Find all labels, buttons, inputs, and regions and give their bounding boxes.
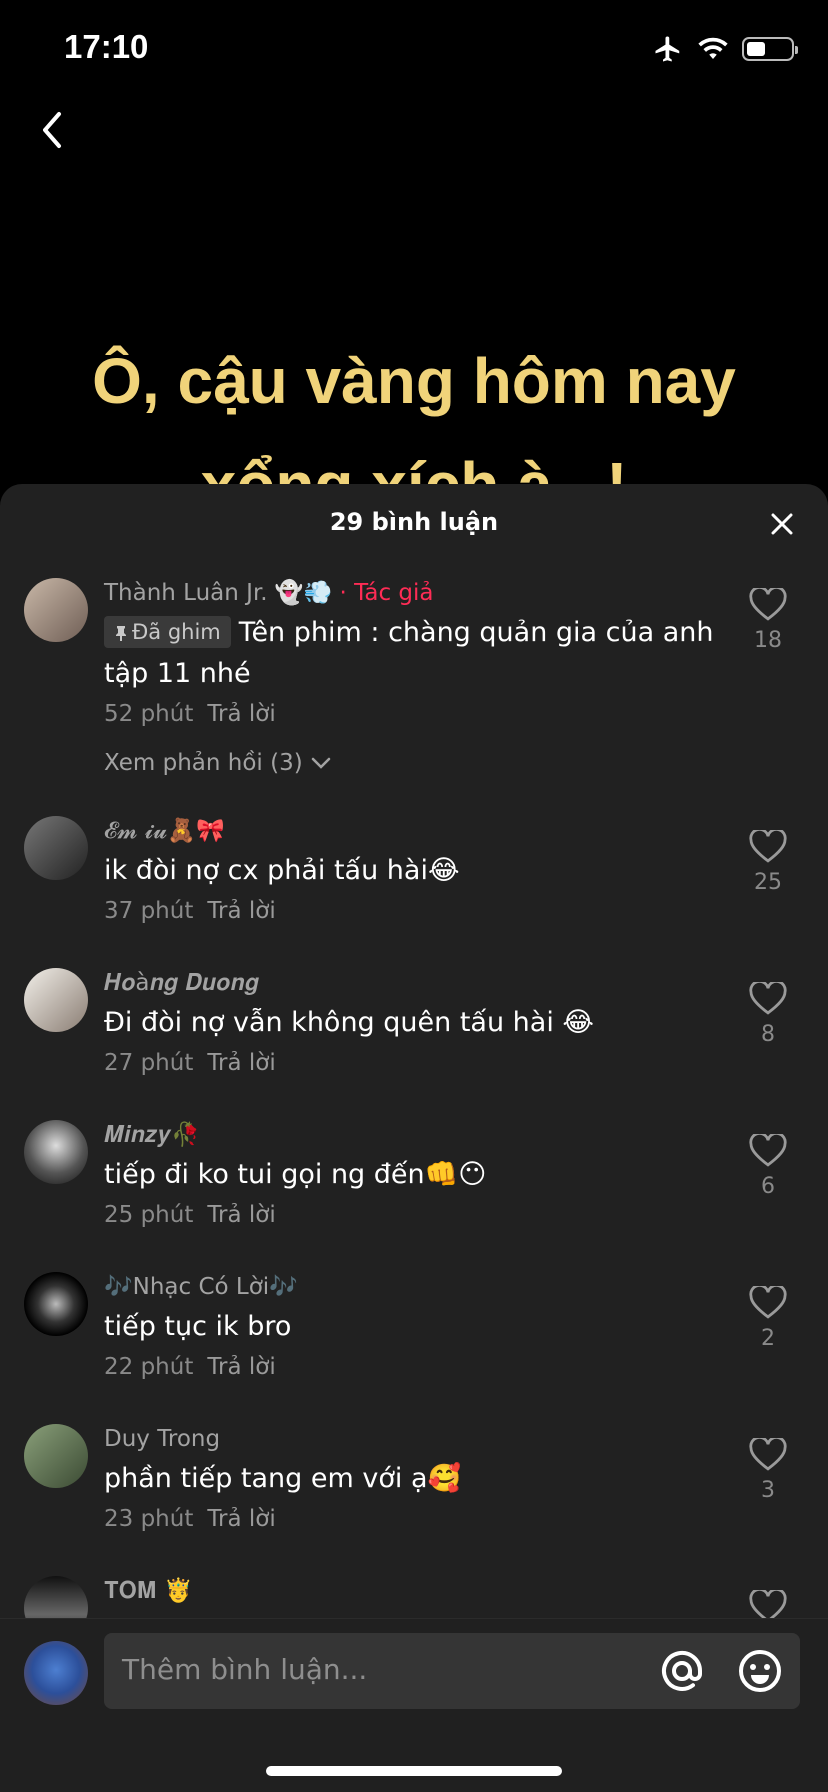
reply-button[interactable]: Trả lời — [207, 1202, 275, 1228]
comment-meta: 52 phút Trả lời — [104, 698, 718, 730]
smiley-icon — [739, 1650, 781, 1692]
airplane-icon — [655, 36, 680, 62]
battery-icon — [742, 37, 798, 61]
comment-text: phần tiếp tang em với ạ🥰 — [104, 1463, 462, 1494]
comment-username[interactable]: 🎶Nhạc Có Lời🎶 — [104, 1272, 718, 1302]
comment-text: tiếp tục ik bro — [104, 1311, 292, 1342]
comment-time: 22 phút — [104, 1354, 194, 1380]
comments-sheet: 29 bình luận Thành Luân Jr. 👻💨 · Tác giả… — [0, 484, 828, 1792]
mention-button[interactable] — [658, 1647, 706, 1695]
comment-input[interactable]: Thêm bình luận... — [104, 1633, 800, 1709]
comment-time: 27 phút — [104, 1050, 194, 1076]
comment-username[interactable]: 𝑯𝒐à𝒏𝒈 𝑫𝒖𝒐𝒏𝒈 — [104, 968, 718, 998]
comment-text: Đi đòi nợ vẫn không quên tấu hài 😂 — [104, 1007, 594, 1038]
like-button[interactable]: 2 — [738, 1284, 798, 1351]
at-icon — [662, 1650, 702, 1691]
comment-time: 23 phút — [104, 1506, 194, 1532]
comment-meta: 37 phút Trả lời — [104, 895, 718, 927]
comment-meta: 25 phút Trả lời — [104, 1199, 718, 1231]
comment-username[interactable]: Thành Luân Jr. 👻💨 · Tác giả — [104, 578, 718, 608]
comment-text: Đã ghim Tên phim : chàng quản gia của anh… — [104, 612, 718, 694]
comment-time: 25 phút — [104, 1202, 194, 1228]
like-button[interactable]: 3 — [738, 1436, 798, 1503]
comment-text: tiếp đi ko tui gọi ng đến👊😶 — [104, 1159, 487, 1190]
status-bar: 17:10 — [0, 0, 828, 100]
back-button[interactable] — [28, 106, 76, 154]
user-avatar[interactable] — [24, 1641, 88, 1705]
avatar[interactable] — [24, 578, 88, 642]
close-button[interactable] — [762, 504, 802, 544]
chevron-down-icon — [311, 757, 330, 769]
author-tag: · Tác giả — [339, 580, 434, 606]
home-indicator — [266, 1766, 562, 1776]
like-button[interactable]: 25 — [738, 828, 798, 895]
like-count: 6 — [761, 1174, 775, 1199]
video-caption-line-1: Ô, cậu vàng hôm nay — [92, 345, 736, 417]
comment-username[interactable]: Duy Trong — [104, 1424, 718, 1454]
comment-username[interactable]: 𝓔𝓶 𝓲𝓾🧸🎀 — [104, 816, 718, 846]
heart-icon — [749, 586, 787, 621]
wifi-icon — [698, 37, 728, 59]
pin-icon — [116, 626, 126, 641]
reply-button[interactable]: Trả lời — [207, 1506, 275, 1532]
reply-button[interactable]: Trả lời — [207, 898, 275, 924]
like-count: 8 — [761, 1022, 775, 1047]
like-button[interactable]: 8 — [738, 980, 798, 1047]
like-count: 25 — [754, 870, 782, 895]
avatar[interactable] — [24, 1424, 88, 1488]
like-count: 18 — [754, 628, 782, 653]
heart-icon — [749, 1132, 787, 1167]
chevron-left-icon — [43, 112, 61, 148]
avatar[interactable] — [24, 816, 88, 880]
comment-input-bar: Thêm bình luận... — [0, 1618, 828, 1792]
like-button[interactable]: 18 — [738, 586, 798, 653]
avatar[interactable] — [24, 1120, 88, 1184]
status-icons — [652, 34, 798, 64]
username-text: Thành Luân Jr. 👻💨 — [104, 580, 333, 606]
input-placeholder: Thêm bình luận... — [122, 1653, 368, 1686]
heart-icon — [749, 980, 787, 1015]
pinned-badge: Đã ghim — [104, 616, 231, 648]
comment-time: 37 phút — [104, 898, 194, 924]
comment-username[interactable]: 𝑴𝒊𝒏𝒛𝒚🥀 — [104, 1120, 718, 1150]
avatar[interactable] — [24, 968, 88, 1032]
sheet-header: 29 bình luận — [0, 484, 828, 562]
avatar[interactable] — [24, 1272, 88, 1336]
comment-meta: 22 phút Trả lời — [104, 1351, 718, 1383]
comment-username[interactable]: 𝐓𝐎𝐌 🤴 — [104, 1576, 718, 1606]
comment-text: ik đòi nợ cx phải tấu hài😂 — [104, 855, 460, 886]
view-replies-button[interactable]: Xem phản hồi (3) — [104, 750, 718, 776]
reply-button[interactable]: Trả lời — [207, 1050, 275, 1076]
reply-button[interactable]: Trả lời — [207, 1354, 275, 1380]
close-icon — [771, 513, 793, 535]
view-replies-label: Xem phản hồi (3) — [104, 750, 303, 776]
status-time: 17:10 — [64, 28, 149, 65]
comment-meta: 23 phút Trả lời — [104, 1503, 718, 1535]
like-button[interactable]: 6 — [738, 1132, 798, 1199]
pinned-label: Đã ghim — [132, 620, 221, 644]
comment-count-title: 29 bình luận — [329, 508, 499, 536]
emoji-button[interactable] — [736, 1647, 784, 1695]
comment-meta: 27 phút Trả lời — [104, 1047, 718, 1079]
heart-icon — [749, 1284, 787, 1319]
heart-icon — [749, 828, 787, 863]
heart-icon — [749, 1436, 787, 1471]
comment-time: 52 phút — [104, 701, 194, 727]
battery-level — [747, 42, 765, 56]
like-count: 2 — [761, 1326, 775, 1351]
reply-button[interactable]: Trả lời — [207, 701, 275, 727]
like-count: 3 — [761, 1478, 775, 1503]
